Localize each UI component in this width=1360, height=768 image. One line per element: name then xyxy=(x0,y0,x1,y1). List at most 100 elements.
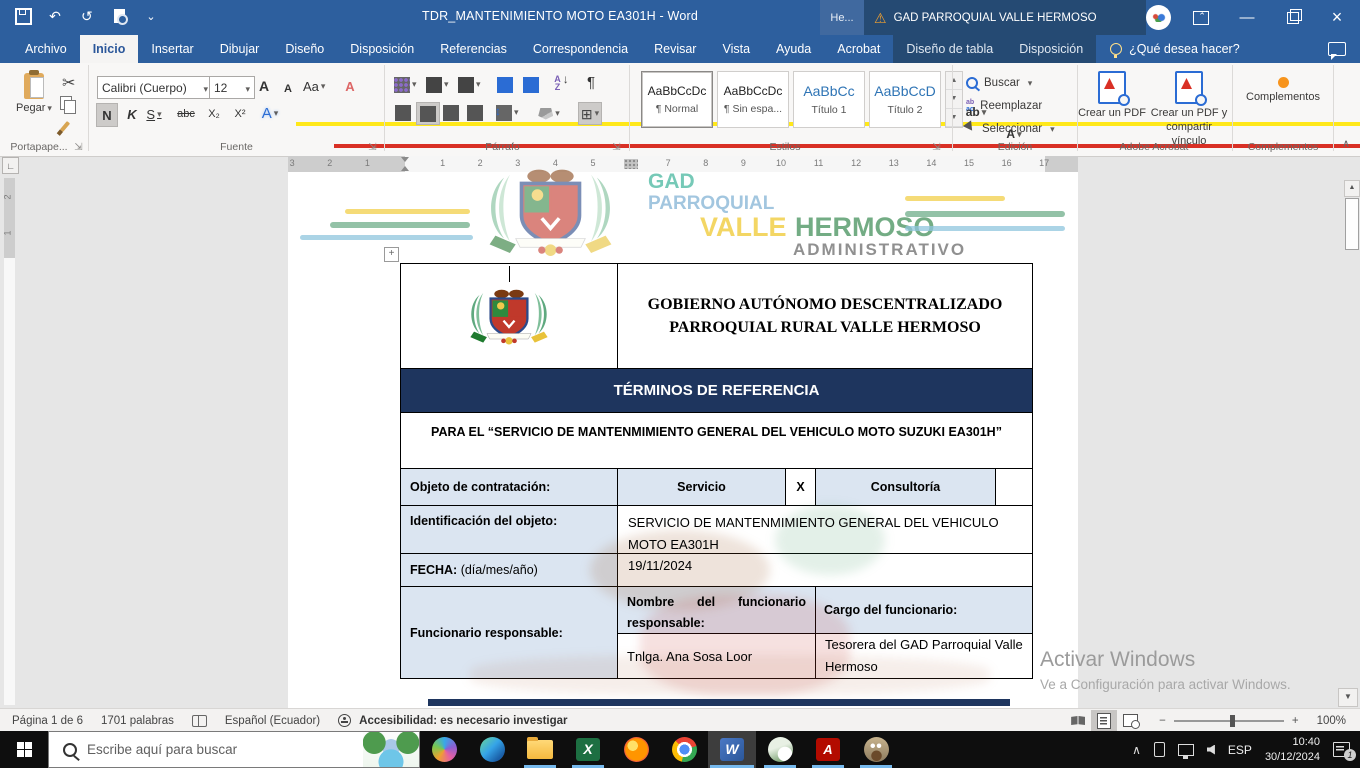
clipboard-dialog-launcher[interactable] xyxy=(72,141,85,154)
collapse-ribbon-button[interactable]: ∧ xyxy=(1342,137,1350,150)
addins-button[interactable]: Complementos xyxy=(1240,77,1326,103)
style-sin-espaciado[interactable]: AaBbCcDc¶ Sin espa... xyxy=(717,71,789,128)
tray-volume-muted-icon[interactable] xyxy=(1207,745,1215,755)
tray-clock[interactable]: 10:40 30/12/2024 xyxy=(1265,735,1320,764)
scrollbar-up-button[interactable]: ▲ xyxy=(1344,180,1360,197)
tell-me-box[interactable]: ¿Qué desea hacer? xyxy=(1096,35,1254,63)
language-indicator[interactable]: Español (Ecuador) xyxy=(225,715,320,727)
avatar[interactable] xyxy=(1146,5,1171,30)
cell-objeto-label[interactable]: Objeto de contratación: xyxy=(400,468,618,506)
scrollbar-thumb[interactable] xyxy=(1345,198,1359,250)
tab-disposicion[interactable]: Disposición xyxy=(337,35,427,63)
search-widget-image[interactable] xyxy=(363,732,419,767)
row-table-title[interactable]: TÉRMINOS DE REFERENCIA xyxy=(400,368,1033,413)
styles-scroll-up[interactable]: ▲ xyxy=(946,72,962,90)
cell-cargo-label[interactable]: Cargo del funcionario: xyxy=(815,586,1033,634)
style-normal[interactable]: AaBbCcDc¶ Normal xyxy=(641,71,713,128)
ribbon-display-options-button[interactable] xyxy=(1178,0,1224,35)
align-left-button[interactable] xyxy=(392,102,414,123)
tab-referencias[interactable]: Referencias xyxy=(427,35,520,63)
style-titulo-1[interactable]: AaBbCcTítulo 1 xyxy=(793,71,865,128)
row-subject[interactable]: PARA EL “SERVICIO DE MANTENMIMIENTO GENE… xyxy=(400,412,1033,469)
styles-more-button[interactable]: ▼ xyxy=(946,109,962,127)
tab-ayuda[interactable]: Ayuda xyxy=(763,35,824,63)
tray-expand-chevron[interactable]: ∧ xyxy=(1132,743,1141,757)
taskbar-gimp[interactable] xyxy=(852,731,900,768)
comments-icon[interactable] xyxy=(1328,42,1346,56)
cell-servicio[interactable]: Servicio xyxy=(617,468,786,506)
tray-phone-icon[interactable] xyxy=(1154,742,1165,757)
text-effects-button[interactable]: A xyxy=(260,102,280,124)
show-marks-button[interactable]: ¶ xyxy=(580,72,602,93)
shrink-font-button[interactable]: A xyxy=(278,78,298,100)
styles-scroll-down[interactable]: ▼ xyxy=(946,90,962,108)
tab-acrobat[interactable]: Acrobat xyxy=(824,35,893,63)
shading-button[interactable] xyxy=(538,103,560,124)
tab-selector[interactable]: ∟ xyxy=(2,157,19,174)
cell-fecha-label[interactable]: FECHA: (día/mes/año) xyxy=(400,553,618,587)
zoom-in-button[interactable]: + xyxy=(1292,715,1299,727)
table-column-marker[interactable] xyxy=(624,159,638,169)
justify-button[interactable] xyxy=(464,102,486,123)
italic-button[interactable]: K xyxy=(122,103,142,125)
copy-button[interactable] xyxy=(60,96,72,110)
cell-consultoria-mark[interactable] xyxy=(995,468,1033,506)
align-right-button[interactable] xyxy=(440,102,462,123)
table-move-handle[interactable]: + xyxy=(384,247,399,262)
tab-dibujar[interactable]: Dibujar xyxy=(207,35,273,63)
scrollbar-down-button[interactable]: ▼ xyxy=(1338,688,1358,707)
underline-button[interactable]: S xyxy=(144,103,164,125)
cell-identificacion-label[interactable]: Identificación del objeto: xyxy=(400,505,618,554)
tab-inicio[interactable]: Inicio xyxy=(80,35,139,63)
word-count[interactable]: 1701 palabras xyxy=(101,715,174,727)
create-pdf-button[interactable]: Crear un PDF xyxy=(1078,71,1146,121)
paragraph-dialog-launcher[interactable] xyxy=(610,141,623,154)
taskbar-search[interactable]: Escribe aquí para buscar xyxy=(48,731,420,768)
accessibility-icon[interactable] xyxy=(338,714,351,727)
taskbar-chrome[interactable] xyxy=(660,731,708,768)
cell-identificacion-value[interactable]: SERVICIO DE MANTENMIMIENTO GENERAL DEL V… xyxy=(617,505,1033,554)
decrease-indent-button[interactable] xyxy=(494,74,516,95)
tab-diseno-de-tabla[interactable]: Diseño de tabla xyxy=(893,35,1006,63)
restore-button[interactable] xyxy=(1270,0,1316,35)
start-button[interactable] xyxy=(0,731,48,768)
print-layout-button[interactable] xyxy=(1091,710,1117,731)
font-size-combo[interactable]: 12 xyxy=(209,76,255,99)
tab-correspondencia[interactable]: Correspondencia xyxy=(520,35,641,63)
line-spacing-button[interactable] xyxy=(496,102,519,123)
tray-network-icon[interactable] xyxy=(1178,744,1194,756)
strikethrough-button[interactable]: abc xyxy=(176,103,196,125)
taskbar-word[interactable]: W xyxy=(708,731,756,768)
align-center-button[interactable] xyxy=(416,102,440,125)
zoom-slider[interactable] xyxy=(1174,720,1284,722)
tab-disposicion-tabla[interactable]: Disposición xyxy=(1006,35,1096,63)
change-case-button[interactable]: Aa xyxy=(303,75,325,97)
tab-archivo[interactable]: Archivo xyxy=(12,35,80,63)
taskbar-firefox[interactable] xyxy=(612,731,660,768)
clear-formatting-button[interactable]: A xyxy=(340,75,360,97)
tab-diseno[interactable]: Diseño xyxy=(272,35,337,63)
cell-org-title[interactable]: GOBIERNO AUTÓNOMO DESCENTRALIZADO PARROQ… xyxy=(617,263,1033,369)
close-button[interactable]: × xyxy=(1314,0,1360,35)
numbering-button[interactable] xyxy=(426,74,449,95)
cell-nombre-value[interactable]: Tnlga. Ana Sosa Loor xyxy=(617,633,816,679)
font-dialog-launcher[interactable] xyxy=(366,141,379,154)
vertical-ruler[interactable]: 2 1 xyxy=(4,178,15,705)
style-titulo-2[interactable]: AaBbCcDTítulo 2 xyxy=(869,71,941,128)
paste-button[interactable]: Pegar xyxy=(16,73,52,114)
accessibility-status[interactable]: Accesibilidad: es necesario investigar xyxy=(359,715,567,727)
zoom-out-button[interactable]: − xyxy=(1159,715,1166,727)
sort-button[interactable]: AZ xyxy=(550,72,572,93)
find-button[interactable]: Buscar xyxy=(966,72,1032,94)
tray-language[interactable]: ESP xyxy=(1228,743,1252,757)
tab-revisar[interactable]: Revisar xyxy=(641,35,709,63)
zoom-level[interactable]: 100% xyxy=(1317,715,1346,727)
cut-button[interactable]: ✂ xyxy=(62,73,75,93)
cell-consultoria[interactable]: Consultoría xyxy=(815,468,996,506)
page-indicator[interactable]: Página 1 de 6 xyxy=(12,715,83,727)
account-area[interactable]: ⚠ GAD PARROQUIAL VALLE HERMOSO xyxy=(864,0,1146,35)
bold-button[interactable]: N xyxy=(96,103,118,127)
tab-insertar[interactable]: Insertar xyxy=(138,35,206,63)
superscript-button[interactable]: X² xyxy=(230,103,250,125)
minimize-button[interactable]: — xyxy=(1224,0,1270,35)
